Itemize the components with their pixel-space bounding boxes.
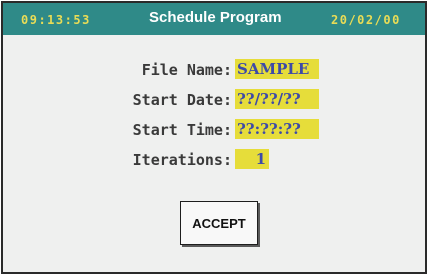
accept-button[interactable]: ACCEPT bbox=[180, 201, 258, 245]
iterations-field[interactable]: 1 bbox=[235, 149, 269, 169]
start-time-label: Start Time: bbox=[132, 121, 232, 139]
start-date-field[interactable]: ??/??/?? bbox=[235, 89, 319, 109]
file-name-label: File Name: bbox=[141, 61, 232, 79]
file-name-field[interactable]: SAMPLE bbox=[235, 59, 319, 79]
start-date-label: Start Date: bbox=[132, 91, 232, 109]
clock-time: 09:13:53 bbox=[21, 13, 91, 27]
title-bar: 09:13:53 Schedule Program 20/02/00 bbox=[3, 3, 425, 35]
start-time-field[interactable]: ??:??:?? bbox=[235, 119, 319, 139]
iterations-label: Iterations: bbox=[132, 151, 232, 169]
clock-date: 20/02/00 bbox=[331, 13, 401, 27]
schedule-program-window: 09:13:53 Schedule Program 20/02/00 File … bbox=[1, 1, 427, 274]
window-title: Schedule Program bbox=[149, 9, 282, 26]
